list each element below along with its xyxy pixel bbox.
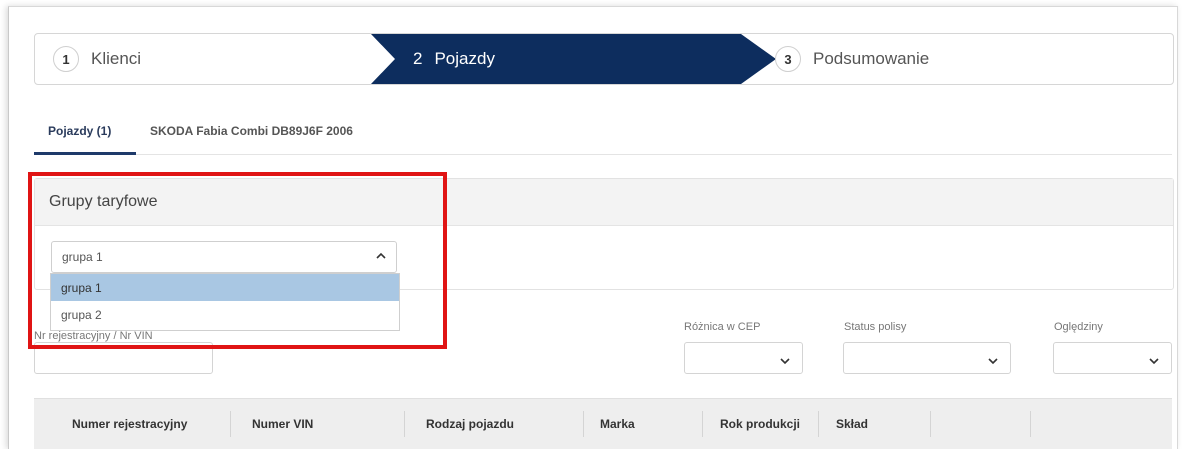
tariff-group-select[interactable]: grupa 1 <box>51 241 397 273</box>
column-divider <box>1030 411 1031 437</box>
tariff-group-selected-value: grupa 1 <box>62 250 103 264</box>
registration-filter-input[interactable] <box>34 342 213 374</box>
step-label: Podsumowanie <box>813 49 930 68</box>
wizard-stepper: 1 Klienci 2 Pojazdy 3 Podsumowanie <box>34 33 1174 85</box>
step-number: 3 <box>775 46 801 72</box>
tab-pojazdy[interactable]: Pojazdy (1) <box>48 124 111 138</box>
step-number: 2 <box>413 49 423 68</box>
vehicles-table-header: Numer rejestracyjny Numer VIN Rodzaj poj… <box>34 398 1172 449</box>
column-header-registration[interactable]: Numer rejestracyjny <box>72 399 187 449</box>
cep-filter-select[interactable] <box>684 342 803 374</box>
column-divider <box>583 411 584 437</box>
dropdown-option-grupa-2[interactable]: grupa 2 <box>51 301 399 328</box>
policy-status-filter-label: Status polisy <box>844 321 907 333</box>
cep-filter-label: Różnica w CEP <box>684 321 761 333</box>
inspection-filter-select[interactable] <box>1053 342 1172 374</box>
column-header-vin[interactable]: Numer VIN <box>252 399 313 449</box>
chevron-down-icon <box>988 353 998 371</box>
column-divider <box>818 411 819 437</box>
step-number: 1 <box>53 46 79 72</box>
column-divider <box>230 411 231 437</box>
column-header-composition[interactable]: Skład <box>836 399 868 449</box>
column-divider <box>404 411 405 437</box>
vehicle-tabs: Pojazdy (1) SKODA Fabia Combi DB89J6F 20… <box>34 112 1172 155</box>
column-header-production-year[interactable]: Rok produkcji <box>720 399 800 449</box>
chevron-down-icon <box>780 353 790 371</box>
policy-status-filter-select[interactable] <box>843 342 1011 374</box>
column-header-vehicle-type[interactable]: Rodzaj pojazdu <box>426 399 514 449</box>
column-divider <box>930 411 931 437</box>
dropdown-option-grupa-1[interactable]: grupa 1 <box>51 274 399 301</box>
tab-vehicle-skoda[interactable]: SKODA Fabia Combi DB89J6F 2006 <box>150 124 353 138</box>
chevron-down-icon <box>1149 353 1159 371</box>
step-podsumowanie[interactable]: 3 Podsumowanie <box>775 34 929 84</box>
step-label: Pojazdy <box>434 49 495 68</box>
step-pojazdy[interactable]: 2 Pojazdy <box>371 34 776 84</box>
chevron-up-icon <box>376 250 386 264</box>
tariff-group-dropdown: grupa 1 grupa 2 <box>50 273 400 331</box>
step-klienci[interactable]: 1 Klienci <box>53 34 141 84</box>
column-header-make[interactable]: Marka <box>600 399 635 449</box>
registration-filter-label: Nr rejestracyjny / Nr VIN <box>34 330 153 342</box>
step-label: Klienci <box>91 49 142 68</box>
inspection-filter-label: Oględziny <box>1054 321 1103 333</box>
column-divider <box>702 411 703 437</box>
tariff-groups-title: Grupy taryfowe <box>35 179 1173 226</box>
active-tab-underline <box>34 152 136 155</box>
